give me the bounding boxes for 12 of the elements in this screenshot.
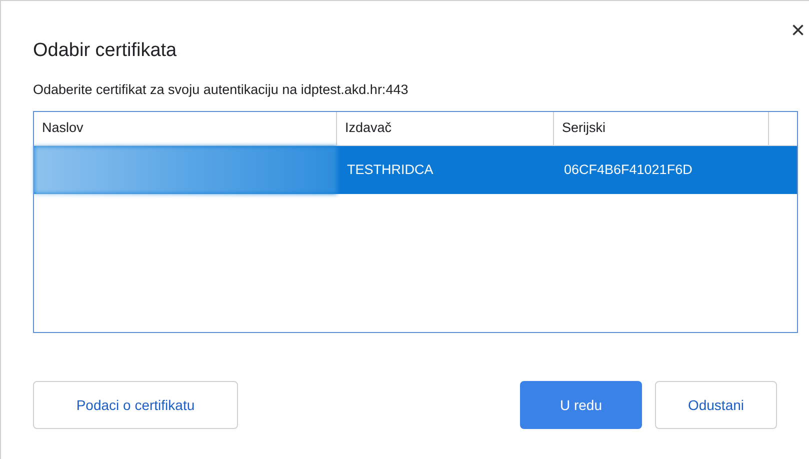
column-header[interactable]: Serijski [554,112,769,145]
certificate-row[interactable]: TESTHRIDCA 06CF4B6F41021F6D [34,146,797,194]
column-header[interactable]: Izdavač [337,112,554,145]
dialog-title: Odabir certifikata [33,39,178,63]
column-header[interactable]: Naslov [34,112,337,145]
dialog-message: Odaberite certifikat za svoju autentikaciju na idptest.akd.hr:443 [33,81,410,99]
close-icon[interactable]: × [790,19,805,43]
dialog-button[interactable]: Odustani [655,381,777,429]
table-cell-text: TESTHRIDCA [346,160,434,179]
table-cell-text: 06CF4B6F41021F6D [563,160,694,179]
ok-button[interactable]: U redu [520,381,642,429]
dialog-button[interactable]: Podaci o certifikatu [33,381,238,429]
